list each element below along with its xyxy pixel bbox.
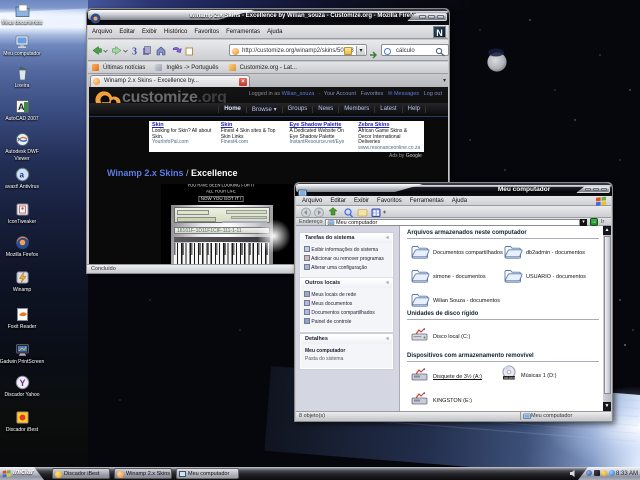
svg-text:3: 3 <box>132 47 137 58</box>
svg-text:a: a <box>19 171 24 180</box>
svg-text:CD-ROM: CD-ROM <box>504 376 517 380</box>
svg-text:Y: Y <box>19 378 25 388</box>
svg-text:A: A <box>18 102 25 112</box>
